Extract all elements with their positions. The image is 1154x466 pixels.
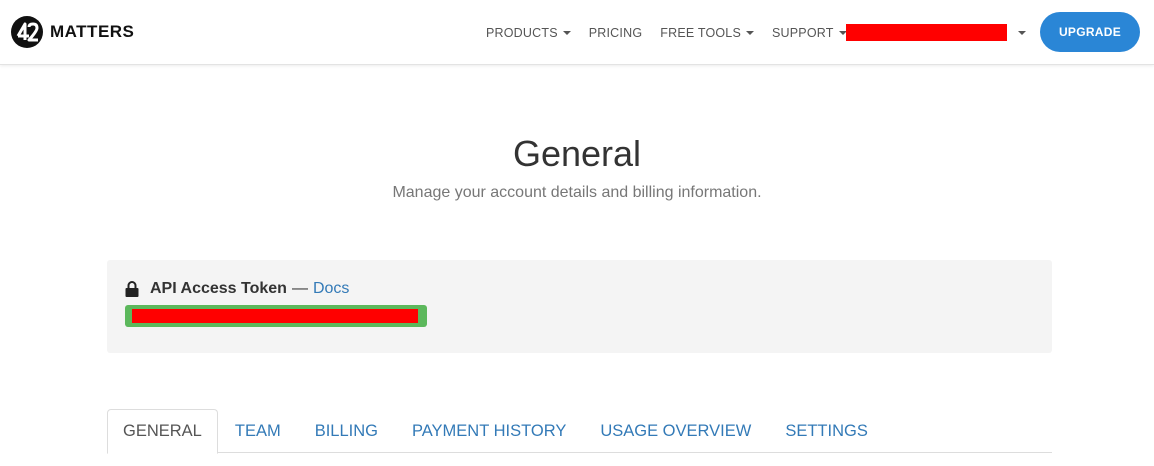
tab-payment-history[interactable]: PAYMENT HISTORY xyxy=(395,409,583,453)
api-token-value[interactable] xyxy=(125,305,427,327)
nav-item-label: PRODUCTS xyxy=(486,26,558,40)
api-token-label: API Access Token xyxy=(150,280,287,297)
tab-billing[interactable]: BILLING xyxy=(298,409,395,453)
caret-down-icon[interactable] xyxy=(1018,31,1026,35)
page-title: General xyxy=(512,133,642,174)
tab-usage-overview[interactable]: USAGE OVERVIEW xyxy=(583,409,768,453)
caret-down-icon xyxy=(562,31,571,35)
tab-general[interactable]: GENERAL xyxy=(107,409,218,454)
main-nav: PRODUCTS PRICING FREE TOOLS SUPPORT xyxy=(486,24,865,42)
upgrade-button[interactable]: UPGRADE xyxy=(1040,12,1140,52)
top-navbar: MATTERS PRODUCTS PRICING FREE TOOLS SUPP… xyxy=(0,0,1154,65)
api-token-heading: API Access Token — Docs xyxy=(125,279,349,299)
tab-settings[interactable]: SETTINGS xyxy=(768,409,885,453)
brand-name: MATTERS xyxy=(50,22,135,41)
account-tabs: GENERAL TEAM BILLING PAYMENT HISTORY USA… xyxy=(107,409,1052,454)
nav-item-label: FREE TOOLS xyxy=(660,26,741,40)
api-token-redacted xyxy=(132,309,418,323)
page-subtitle: Manage your account details and billing … xyxy=(392,184,762,201)
brand-logo-link[interactable]: MATTERS xyxy=(10,14,134,50)
api-token-panel: API Access Token — Docs xyxy=(107,260,1052,353)
nav-item-products[interactable]: PRODUCTS xyxy=(486,26,571,40)
nav-item-label: SUPPORT xyxy=(771,26,834,40)
lock-icon xyxy=(125,281,139,297)
nav-item-free-tools[interactable]: FREE TOOLS xyxy=(660,26,754,40)
docs-link[interactable]: Docs xyxy=(313,280,349,298)
caret-down-icon xyxy=(745,31,754,35)
nav-item-pricing[interactable]: PRICING xyxy=(589,26,643,40)
nav-item-support[interactable]: SUPPORT xyxy=(772,26,847,40)
em-dash-separator: — xyxy=(291,280,308,297)
tab-team[interactable]: TEAM xyxy=(218,409,298,453)
account-menu-redacted[interactable] xyxy=(846,24,1007,41)
nav-item-label: PRICING xyxy=(588,26,643,40)
42matters-logo-icon xyxy=(11,16,43,48)
